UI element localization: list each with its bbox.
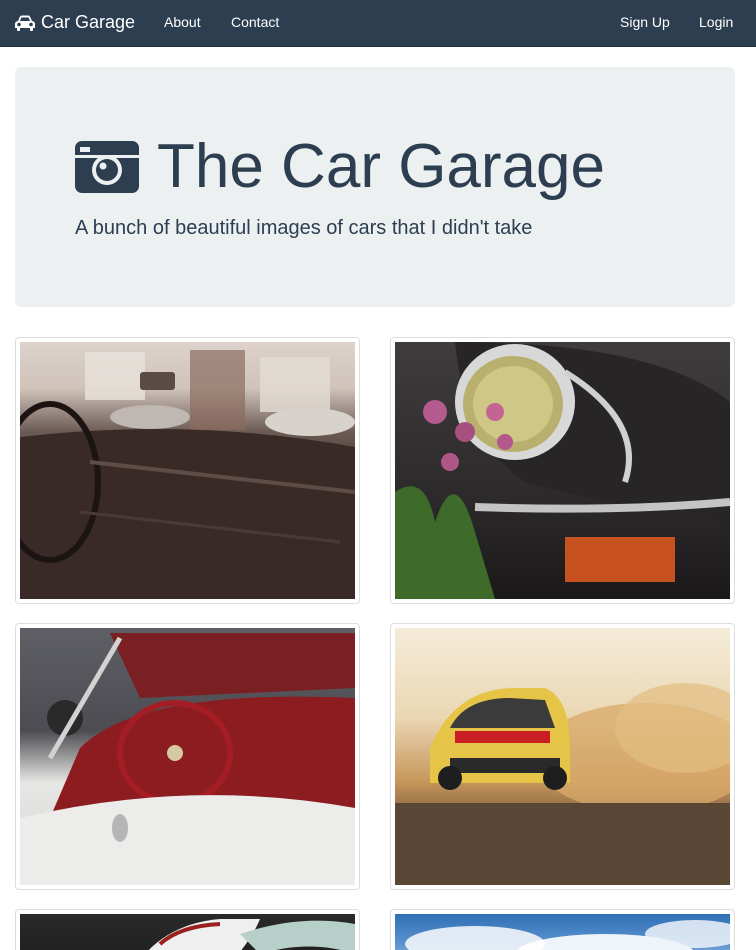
brand-link[interactable]: Car Garage bbox=[14, 0, 135, 45]
page-title-text: The Car Garage bbox=[157, 132, 605, 201]
gallery-thumbnail[interactable] bbox=[15, 337, 360, 604]
car-icon bbox=[15, 15, 35, 31]
brand-name: Car Garage bbox=[41, 12, 136, 32]
sky-car-photo bbox=[395, 914, 730, 950]
headlight-flowers-photo bbox=[395, 342, 730, 599]
camera-icon bbox=[75, 141, 139, 193]
gallery-thumbnail[interactable] bbox=[390, 623, 735, 890]
rally-car-photo bbox=[395, 628, 730, 885]
page-subtitle: A bunch of beautiful images of cars that… bbox=[75, 217, 533, 239]
nav-about[interactable]: About bbox=[164, 0, 201, 45]
red-convertible-photo bbox=[20, 628, 355, 885]
jumbotron: The Car Garage A bunch of beautiful imag… bbox=[15, 67, 735, 307]
car-photo bbox=[20, 914, 355, 950]
gallery-thumbnail[interactable] bbox=[390, 909, 735, 950]
nav-sign-up[interactable]: Sign Up bbox=[620, 0, 670, 45]
navbar: Car Garage About Contact Sign Up Login bbox=[0, 0, 756, 47]
nav-contact[interactable]: Contact bbox=[231, 0, 279, 45]
nav-login[interactable]: Login bbox=[699, 0, 733, 45]
page-title: The Car Garage bbox=[75, 134, 605, 200]
car-interior-photo bbox=[20, 342, 355, 599]
gallery-thumbnail[interactable] bbox=[15, 623, 360, 890]
gallery-thumbnail[interactable] bbox=[15, 909, 360, 950]
gallery-thumbnail[interactable] bbox=[390, 337, 735, 604]
